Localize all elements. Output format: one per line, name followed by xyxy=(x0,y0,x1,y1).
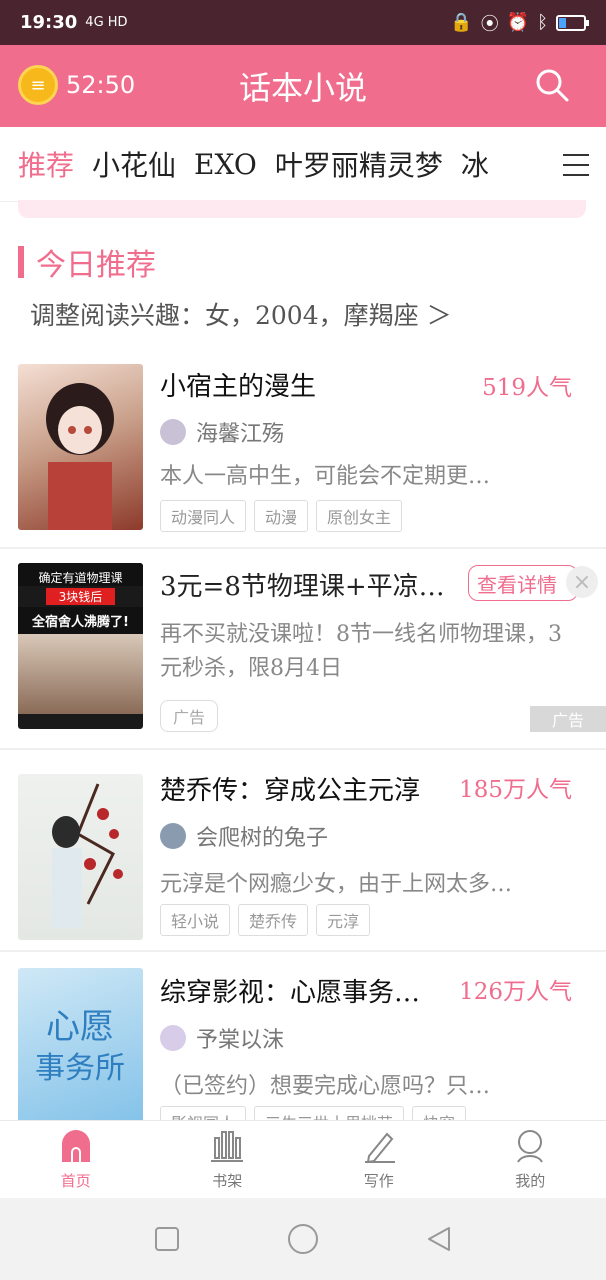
nav-profile[interactable]: 我的 xyxy=(455,1121,606,1198)
battery-icon xyxy=(556,14,589,31)
popularity: 185万人气 xyxy=(459,777,572,803)
book-cover xyxy=(18,364,143,530)
recent-apps-icon[interactable] xyxy=(153,1225,181,1253)
timer-value: 52:50 xyxy=(66,71,136,99)
bluetooth-icon: ᛒ xyxy=(537,12,548,33)
menu-icon[interactable] xyxy=(546,127,606,202)
home-icon xyxy=(61,1130,90,1162)
category-tabs: 推荐 小花仙 EXO 叶罗丽精灵梦 冰 xyxy=(0,127,606,202)
search-icon[interactable] xyxy=(534,67,570,103)
avatar xyxy=(160,823,186,849)
close-icon[interactable]: × xyxy=(566,566,598,598)
book-desc: 本人一高中生，可能会不定期更… xyxy=(160,464,491,489)
ad-cover: 确定有道物理课 3块钱后 全宿舍人沸腾了! xyxy=(18,563,143,729)
nav-home[interactable]: 首页 xyxy=(0,1121,152,1198)
author-name: 予棠以沫 xyxy=(196,1028,285,1053)
reading-timer[interactable]: ≡ 52:50 xyxy=(18,65,135,105)
book-cover xyxy=(18,774,143,940)
author-name: 海馨江殇 xyxy=(196,422,285,447)
tag-list: 影视同人 三生三世十里桃花 快穿 xyxy=(160,1106,467,1120)
book-desc: 元淳是个网瘾少女，由于上网太多… xyxy=(160,872,513,897)
book-desc: （已签约）想要完成心愿吗？只… xyxy=(160,1074,491,1099)
profile-icon xyxy=(517,1130,544,1163)
divider xyxy=(0,748,606,750)
tab-yeluoli[interactable]: 叶罗丽精灵梦 xyxy=(275,144,443,184)
nav-bookshelf[interactable]: 书架 xyxy=(152,1121,304,1198)
svg-text:事务所: 事务所 xyxy=(35,1051,125,1086)
tab-more[interactable]: 冰 xyxy=(461,144,489,184)
clock: 19:30 xyxy=(20,12,78,33)
nav-write[interactable]: 写作 xyxy=(303,1121,455,1198)
popularity: 519人气 xyxy=(482,375,572,401)
alarm-icon: ⏰ xyxy=(506,12,530,33)
view-details-button[interactable]: 查看详情 xyxy=(468,565,578,601)
avatar xyxy=(160,1025,186,1051)
tag[interactable]: 快穿 xyxy=(412,1106,467,1120)
nav-label: 首页 xyxy=(60,1172,91,1190)
author-name: 会爬树的兔子 xyxy=(196,826,329,851)
book-card[interactable]: 楚乔传：穿成公主元淳 185万人气 会爬树的兔子 元淳是个网瘾少女，由于上网太多… xyxy=(0,752,606,948)
tag[interactable]: 轻小说 xyxy=(160,904,231,936)
tag-list: 轻小说 楚乔传 元淳 xyxy=(160,904,371,936)
book-cover: 心愿 事务所 xyxy=(18,968,143,1120)
tag[interactable]: 元淳 xyxy=(316,904,371,936)
ad-cover-line: 全宿舍人沸腾了! xyxy=(18,607,143,634)
nav-label: 我的 xyxy=(515,1172,546,1190)
svg-text:心愿: 心愿 xyxy=(46,1007,114,1047)
ad-cover-line: 3块钱后 xyxy=(46,588,115,605)
bottom-nav: 首页 书架 写作 我的 xyxy=(0,1120,606,1198)
author: 会爬树的兔子 xyxy=(160,820,328,852)
location-icon: ⦿ xyxy=(480,13,499,35)
book-title: 小宿主的漫生 xyxy=(160,372,317,402)
tag[interactable]: 动漫同人 xyxy=(160,500,247,532)
nav-label: 写作 xyxy=(363,1172,394,1190)
author: 海馨江殇 xyxy=(160,416,284,448)
section-header: 今日推荐 xyxy=(18,240,156,284)
author: 予棠以沫 xyxy=(160,1022,284,1054)
home-button-icon[interactable] xyxy=(286,1222,320,1256)
banner[interactable] xyxy=(18,200,586,218)
popularity: 126万人气 xyxy=(459,979,572,1005)
tag[interactable]: 楚乔传 xyxy=(238,904,309,936)
divider xyxy=(0,950,606,952)
tab-exo[interactable]: EXO xyxy=(194,148,257,181)
book-title: 楚乔传：穿成公主元淳 xyxy=(160,776,421,806)
tag-list: 动漫同人 动漫 原创女主 xyxy=(160,500,403,532)
back-icon[interactable] xyxy=(425,1225,453,1253)
tab-recommend[interactable]: 推荐 xyxy=(18,144,74,184)
lock-icon: 🔒 xyxy=(450,12,473,33)
ad-mark: 广告 xyxy=(530,706,606,732)
ad-label: 广告 xyxy=(160,700,219,732)
status-bar: 19:30 4G HD 🔒 ⦿ ⏰ ᛒ xyxy=(0,0,606,45)
app-header: ≡ 52:50 话本小说 xyxy=(0,45,606,127)
tag[interactable]: 原创女主 xyxy=(316,500,403,532)
system-nav xyxy=(0,1198,606,1280)
nav-label: 书架 xyxy=(212,1172,243,1190)
bookshelf-icon xyxy=(211,1131,244,1162)
section-title: 今日推荐 xyxy=(36,248,156,283)
ad-cover-line: 确定有道物理课 xyxy=(18,563,143,586)
book-card[interactable]: 小宿主的漫生 519人气 海馨江殇 本人一高中生，可能会不定期更… 动漫同人 动… xyxy=(0,350,606,546)
coin-stack-icon: ≡ xyxy=(18,65,58,105)
tag[interactable]: 影视同人 xyxy=(160,1106,247,1120)
tag[interactable]: 动漫 xyxy=(254,500,309,532)
pen-icon xyxy=(364,1132,395,1164)
reading-interest-link[interactable]: 调整阅读兴趣：女，2004，摩羯座 ＞ xyxy=(30,296,452,332)
section-marker xyxy=(18,246,24,278)
tag[interactable]: 三生三世十里桃花 xyxy=(254,1106,405,1120)
book-card[interactable]: 心愿 事务所 综穿影视：心愿事务… 126万人气 予棠以沫 （已签约）想要完成心… xyxy=(0,954,606,1120)
tab-xiaohuaxian[interactable]: 小花仙 xyxy=(92,144,176,184)
ad-title: 3元=8节物理课+平凉… xyxy=(160,572,445,602)
status-icons: 🔒 ⦿ ⏰ ᛒ xyxy=(450,10,589,36)
ad-desc: 再不买就没课啦！8节一线名师物理课，3元秒杀，限8月4日 xyxy=(160,622,562,681)
signal-icon: 4G HD xyxy=(85,15,128,30)
avatar xyxy=(160,419,186,445)
book-title: 综穿影视：心愿事务… xyxy=(160,978,421,1008)
